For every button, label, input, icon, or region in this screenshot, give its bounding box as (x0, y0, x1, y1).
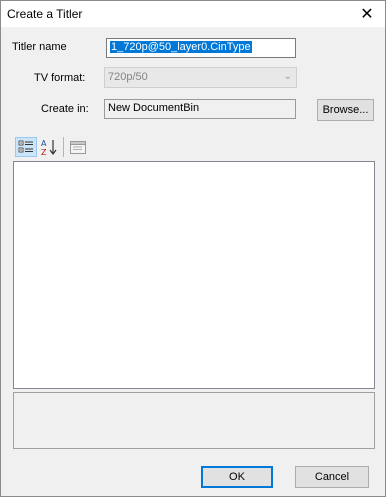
categorized-icon (18, 140, 33, 153)
titler-name-label: Titler name (12, 41, 67, 53)
svg-text:A: A (41, 139, 47, 148)
tv-format-label: TV format: (34, 72, 86, 84)
categorized-view-button[interactable] (15, 137, 37, 157)
titler-name-value: 1_720p@50_layer0.CinType (110, 41, 252, 53)
create-in-value: New DocumentBin (108, 102, 200, 114)
cancel-button[interactable]: Cancel (295, 466, 369, 488)
tv-format-value: 720p/50 (108, 71, 148, 83)
title-bar: Create a Titler ✕ (1, 1, 385, 27)
tv-format-select[interactable]: 720p/50 ⌄ (104, 67, 297, 88)
ok-button[interactable]: OK (201, 466, 273, 488)
sort-alphabetical-icon: A Z (41, 139, 57, 156)
titler-name-input[interactable]: 1_720p@50_layer0.CinType (106, 38, 296, 58)
description-panel (13, 392, 375, 449)
alphabetical-view-button[interactable]: A Z (38, 137, 60, 157)
chevron-down-icon: ⌄ (283, 71, 292, 82)
property-grid[interactable] (13, 161, 375, 389)
property-pages-icon (70, 140, 86, 154)
window-title: Create a Titler (7, 7, 83, 21)
create-titler-dialog: Create a Titler ✕ Titler name 1_720p@50_… (0, 0, 386, 497)
create-in-field: New DocumentBin (104, 99, 296, 119)
toolbar-separator (63, 137, 64, 157)
svg-text:Z: Z (41, 148, 47, 156)
property-pages-button[interactable] (67, 137, 89, 157)
close-button[interactable]: ✕ (351, 1, 383, 27)
browse-button[interactable]: Browse... (317, 99, 374, 121)
create-in-label: Create in: (41, 103, 89, 115)
close-icon: ✕ (360, 6, 374, 23)
